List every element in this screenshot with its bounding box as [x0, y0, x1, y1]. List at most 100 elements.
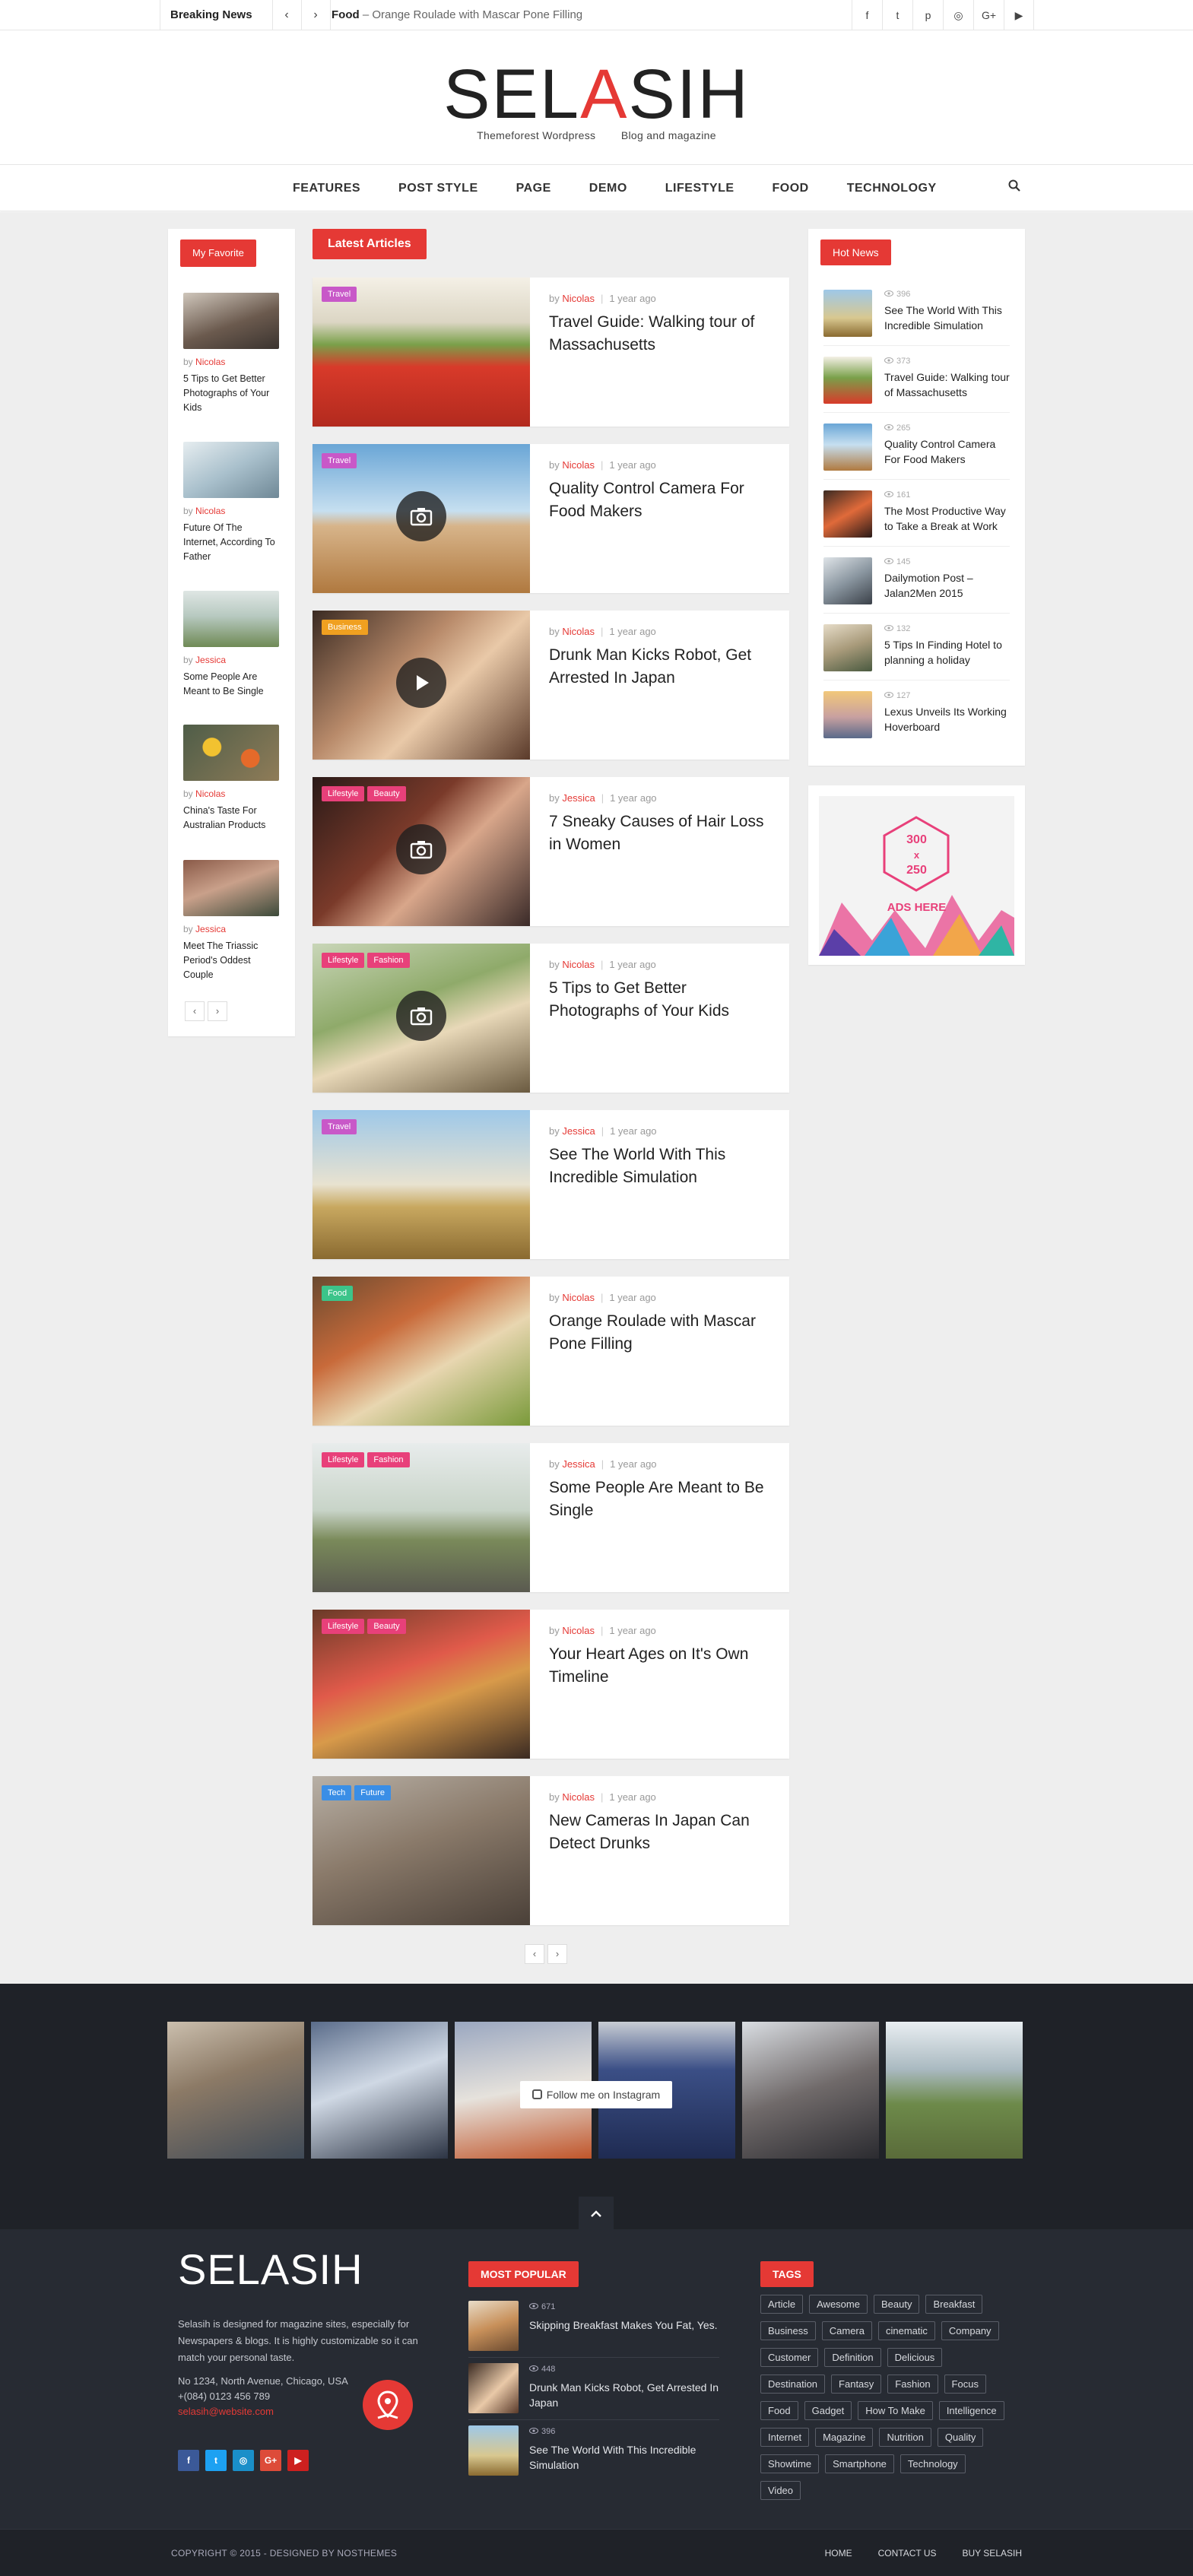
favorite-thumbnail[interactable] [183, 442, 279, 498]
tag-link[interactable]: Fantasy [831, 2375, 882, 2394]
facebook-icon[interactable]: f [178, 2450, 199, 2471]
category-badge[interactable]: Beauty [367, 786, 406, 801]
footer-link-buy[interactable]: BUY SELASIH [963, 2530, 1022, 2576]
hot-news-item[interactable]: 373 Travel Guide: Walking tour of Massach… [823, 357, 1010, 413]
category-badge[interactable]: Travel [322, 287, 357, 302]
favorite-thumbnail[interactable] [183, 725, 279, 781]
hot-news-title[interactable]: 5 Tips In Finding Hotel to planning a ho… [884, 637, 1012, 668]
popular-item[interactable]: 671 Skipping Breakfast Makes You Fat, Yes… [468, 2301, 719, 2362]
favorite-title[interactable]: Some People Are Meant to Be Single [183, 670, 279, 699]
favorite-author[interactable]: Jessica [195, 924, 226, 934]
article-title[interactable]: Orange Roulade with Mascar Pone Filling [549, 1310, 777, 1356]
article-title[interactable]: New Cameras In Japan Can Detect Drunks [549, 1810, 777, 1855]
hot-news-title[interactable]: Dailymotion Post – Jalan2Men 2015 [884, 570, 1012, 601]
favorite-author[interactable]: Jessica [195, 655, 226, 665]
hot-news-title[interactable]: The Most Productive Way to Take a Break … [884, 503, 1012, 534]
article-author[interactable]: Nicolas [562, 626, 595, 637]
tag-link[interactable]: Destination [760, 2375, 826, 2394]
article-card[interactable]: Tech Future by Nicolas | 1 year ago New Camer… [313, 1776, 789, 1925]
tag-link[interactable]: Customer [760, 2348, 819, 2367]
category-badge[interactable]: Fashion [367, 1452, 410, 1467]
category-badge[interactable]: Food [322, 1286, 354, 1301]
article-author[interactable]: Nicolas [562, 459, 595, 471]
twitter-icon[interactable]: t [882, 0, 912, 30]
breaking-news-item[interactable]: Food – Orange Roulade with Mascar Pone F… [332, 0, 582, 30]
hot-news-title[interactable]: Lexus Unveils Its Working Hoverboard [884, 704, 1012, 734]
category-badge[interactable]: Lifestyle [322, 953, 365, 968]
favorite-thumbnail[interactable] [183, 293, 279, 349]
tag-link[interactable]: Business [760, 2321, 816, 2340]
tag-link[interactable]: Focus [944, 2375, 986, 2394]
popular-thumbnail[interactable] [468, 2425, 519, 2476]
article-thumbnail[interactable]: Travel [313, 444, 530, 593]
article-title[interactable]: Quality Control Camera For Food Makers [549, 477, 777, 523]
favorite-title[interactable]: 5 Tips to Get Better Photographs of Your… [183, 372, 279, 415]
tag-link[interactable]: Article [760, 2295, 804, 2314]
category-badge[interactable]: Future [354, 1785, 392, 1800]
camera-icon[interactable] [396, 824, 446, 874]
facebook-icon[interactable]: f [852, 0, 882, 30]
favorite-thumbnail[interactable] [183, 591, 279, 647]
article-thumbnail[interactable]: Lifestyle Beauty [313, 777, 530, 926]
tag-link[interactable]: Internet [760, 2428, 810, 2447]
favorite-author[interactable]: Nicolas [195, 506, 225, 516]
category-badge[interactable]: Lifestyle [322, 786, 365, 801]
camera-icon[interactable] [396, 491, 446, 541]
popular-title[interactable]: Skipping Breakfast Makes You Fat, Yes. [529, 2317, 727, 2333]
article-card[interactable]: Travel by Nicolas | 1 year ago Quality Contr… [313, 444, 789, 593]
popular-title[interactable]: See The World With This Incredible Simul… [529, 2442, 727, 2473]
latest-next-button[interactable]: › [547, 1944, 567, 1964]
article-card[interactable]: Lifestyle Beauty by Nicolas | 1 year ago Your… [313, 1610, 789, 1759]
tag-link[interactable]: Showtime [760, 2454, 820, 2473]
article-author[interactable]: Nicolas [562, 293, 595, 304]
tag-link[interactable]: Breakfast [925, 2295, 983, 2314]
camera-icon[interactable] [396, 991, 446, 1041]
favorite-next-button[interactable]: › [208, 1001, 227, 1021]
favorite-item[interactable]: by Jessica Meet The Triassic Period's Od… [183, 860, 279, 982]
tag-link[interactable]: Camera [821, 2321, 872, 2340]
nav-demo[interactable]: DEMO [570, 165, 646, 212]
ad-widget[interactable]: 300 x 250 ADS HERE [808, 785, 1025, 965]
article-thumbnail[interactable]: Tech Future [313, 1776, 530, 1925]
hot-news-title[interactable]: Quality Control Camera For Food Makers [884, 436, 1012, 467]
popular-thumbnail[interactable] [468, 2301, 519, 2351]
breaking-prev-button[interactable]: ‹ [272, 0, 301, 30]
tag-link[interactable]: Beauty [873, 2295, 920, 2314]
tag-link[interactable]: Company [941, 2321, 999, 2340]
footer-link-contact[interactable]: CONTACT US [878, 2530, 937, 2576]
youtube-icon[interactable]: ▶ [287, 2450, 309, 2471]
hot-news-item[interactable]: 127 Lexus Unveils Its Working Hoverboard [823, 691, 1010, 747]
favorite-title[interactable]: Future Of The Internet, According To Fat… [183, 521, 279, 564]
category-badge[interactable]: Tech [322, 1785, 352, 1800]
breaking-next-button[interactable]: › [301, 0, 330, 30]
article-card[interactable]: Travel by Nicolas | 1 year ago Travel Guide:… [313, 278, 789, 427]
hot-news-item[interactable]: 161 The Most Productive Way to Take a Bre… [823, 490, 1010, 547]
nav-features[interactable]: FEATURES [274, 165, 379, 212]
favorite-title[interactable]: Meet The Triassic Period's Oddest Couple [183, 939, 279, 982]
hot-news-item[interactable]: 396 See The World With This Incredible Si… [823, 290, 1010, 346]
youtube-icon[interactable]: ▶ [1004, 0, 1034, 30]
article-author[interactable]: Jessica [562, 792, 595, 804]
instagram-photo[interactable] [311, 2022, 448, 2159]
hot-news-thumbnail[interactable] [823, 490, 872, 538]
popular-thumbnail[interactable] [468, 2363, 519, 2413]
tag-link[interactable]: Smartphone [825, 2454, 894, 2473]
instagram-photo[interactable] [886, 2022, 1023, 2159]
article-title[interactable]: Your Heart Ages on It's Own Timeline [549, 1643, 777, 1689]
tag-link[interactable]: Gadget [804, 2401, 852, 2420]
article-author[interactable]: Nicolas [562, 959, 595, 970]
hot-news-thumbnail[interactable] [823, 357, 872, 404]
hot-news-thumbnail[interactable] [823, 557, 872, 604]
search-icon[interactable] [1008, 165, 1020, 212]
category-badge[interactable]: Lifestyle [322, 1619, 365, 1634]
article-thumbnail[interactable]: Lifestyle Fashion [313, 944, 530, 1093]
favorite-item[interactable]: by Nicolas 5 Tips to Get Better Photogra… [183, 293, 279, 415]
hot-news-item[interactable]: 265 Quality Control Camera For Food Maker… [823, 424, 1010, 480]
tag-link[interactable]: Awesome [809, 2295, 868, 2314]
article-card[interactable]: Lifestyle Fashion by Nicolas | 1 year ago 5 T… [313, 944, 789, 1093]
tag-link[interactable]: Intelligence [938, 2401, 1004, 2420]
nav-post-style[interactable]: POST STYLE [379, 165, 497, 212]
tag-link[interactable]: How To Make [858, 2401, 933, 2420]
category-badge[interactable]: Fashion [367, 953, 410, 968]
article-thumbnail[interactable]: Lifestyle Fashion [313, 1443, 530, 1592]
